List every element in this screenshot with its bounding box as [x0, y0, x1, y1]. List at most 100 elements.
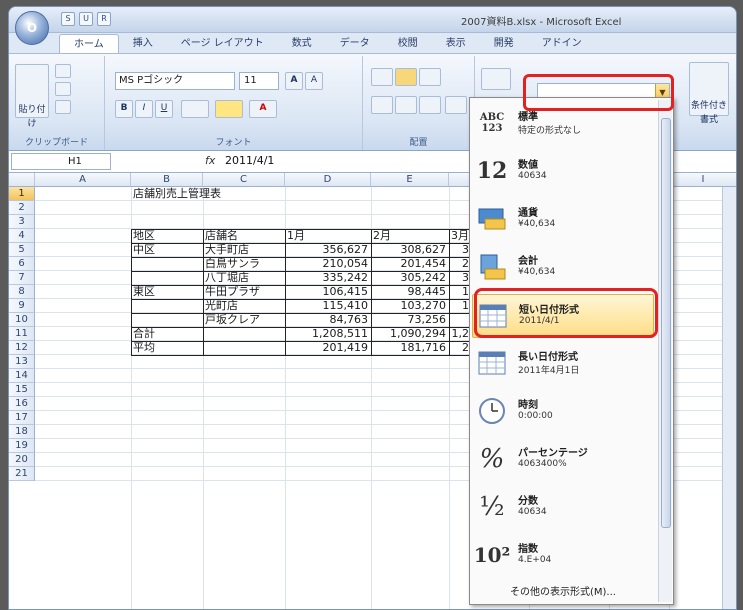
- total-feb[interactable]: 1,090,294: [371, 327, 449, 341]
- store-cell[interactable]: 牛田プラザ: [205, 285, 283, 299]
- tab-page-layout[interactable]: ページ レイアウト: [167, 34, 278, 54]
- fx-icon[interactable]: fx: [205, 154, 215, 167]
- column-header-i[interactable]: I: [669, 173, 736, 187]
- total-jan[interactable]: 1,208,511: [285, 327, 371, 341]
- jan-cell[interactable]: 106,415: [285, 285, 371, 299]
- format-scientific[interactable]: 10² 指数 4.E+04: [472, 534, 654, 578]
- row-header[interactable]: 5: [9, 243, 35, 257]
- header-cell[interactable]: 1月: [287, 229, 369, 243]
- italic-icon[interactable]: I: [135, 100, 153, 118]
- name-box[interactable]: H1: [11, 153, 111, 170]
- tab-addins[interactable]: アドイン: [528, 34, 596, 54]
- format-percentage[interactable]: % パーセンテージ 4063400%: [472, 438, 654, 482]
- copy-icon[interactable]: [55, 82, 71, 96]
- row-header[interactable]: 14: [9, 369, 35, 383]
- row-header[interactable]: 17: [9, 411, 35, 425]
- row-header[interactable]: 19: [9, 439, 35, 453]
- format-time[interactable]: 時刻 0:00:00: [472, 390, 654, 434]
- underline-icon[interactable]: U: [155, 100, 173, 118]
- row-header[interactable]: 16: [9, 397, 35, 411]
- format-fraction[interactable]: ½ 分数 40634: [472, 486, 654, 530]
- align-left-icon[interactable]: [371, 96, 393, 114]
- column-header-d[interactable]: D: [285, 173, 371, 187]
- area-cell[interactable]: [133, 271, 201, 285]
- cut-icon[interactable]: [55, 64, 71, 78]
- row-header[interactable]: 8: [9, 285, 35, 299]
- row-header[interactable]: 21: [9, 467, 35, 481]
- fill-color-icon[interactable]: [215, 100, 243, 118]
- format-painter-icon[interactable]: [55, 100, 71, 114]
- formula-input[interactable]: 2011/4/1: [225, 154, 274, 167]
- tab-developer[interactable]: 開発: [480, 34, 528, 54]
- tab-insert[interactable]: 挿入: [119, 34, 167, 54]
- dropdown-scrollbar[interactable]: [658, 100, 672, 602]
- column-header-c[interactable]: C: [203, 173, 285, 187]
- format-long-date[interactable]: 長い日付形式 2011年4月1日: [472, 342, 654, 386]
- row-header[interactable]: 20: [9, 453, 35, 467]
- column-header-b[interactable]: B: [131, 173, 203, 187]
- store-cell[interactable]: 八丁堀店: [205, 271, 283, 285]
- jan-cell[interactable]: 356,627: [285, 243, 371, 257]
- align-right-icon[interactable]: [419, 96, 441, 114]
- area-cell[interactable]: [133, 313, 201, 327]
- font-size-select[interactable]: 11: [239, 72, 279, 90]
- tab-review[interactable]: 校閲: [384, 34, 432, 54]
- jan-cell[interactable]: 210,054: [285, 257, 371, 271]
- redo-icon[interactable]: R: [97, 12, 111, 26]
- conditional-format-button[interactable]: 条件付き書式: [689, 62, 729, 125]
- format-accounting[interactable]: 会計 ¥40,634: [472, 246, 654, 290]
- total-label[interactable]: 合計: [133, 327, 201, 341]
- vertical-scrollbar[interactable]: [722, 187, 736, 609]
- store-cell[interactable]: 大手町店: [205, 243, 283, 257]
- row-header[interactable]: 1: [9, 187, 35, 201]
- feb-cell[interactable]: 201,454: [371, 257, 449, 271]
- row-header[interactable]: 2: [9, 201, 35, 215]
- area-cell[interactable]: 東区: [133, 285, 201, 299]
- row-header[interactable]: 11: [9, 327, 35, 341]
- jan-cell[interactable]: 84,763: [285, 313, 371, 327]
- feb-cell[interactable]: 308,627: [371, 243, 449, 257]
- feb-cell[interactable]: 98,445: [371, 285, 449, 299]
- tab-formulas[interactable]: 数式: [278, 34, 326, 54]
- bold-icon[interactable]: B: [115, 100, 133, 118]
- grow-font-icon[interactable]: A: [285, 72, 303, 90]
- row-header[interactable]: 18: [9, 425, 35, 439]
- feb-cell[interactable]: 103,270: [371, 299, 449, 313]
- header-cell[interactable]: 地区: [133, 229, 201, 243]
- header-cell[interactable]: 2月: [373, 229, 447, 243]
- area-cell[interactable]: [133, 299, 201, 313]
- font-name-select[interactable]: MS Pゴシック: [115, 72, 235, 90]
- shrink-font-icon[interactable]: A: [305, 72, 323, 90]
- header-cell[interactable]: 店舗名: [205, 229, 283, 243]
- format-currency[interactable]: 通貨 ¥40,634: [472, 198, 654, 242]
- format-number[interactable]: 12 数値 40634: [472, 150, 654, 194]
- font-color-icon[interactable]: A: [249, 100, 277, 118]
- jan-cell[interactable]: 335,242: [285, 271, 371, 285]
- row-header[interactable]: 12: [9, 341, 35, 355]
- undo-icon[interactable]: U: [79, 12, 93, 26]
- paste-button[interactable]: 貼り付け: [15, 64, 49, 129]
- avg-feb[interactable]: 181,716: [371, 341, 449, 355]
- select-all-corner[interactable]: [9, 173, 35, 187]
- store-cell[interactable]: 白鳥サンラ: [205, 257, 283, 271]
- border-icon[interactable]: [181, 100, 209, 118]
- row-header[interactable]: 9: [9, 299, 35, 313]
- row-header[interactable]: 3: [9, 215, 35, 229]
- column-header-a[interactable]: A: [35, 173, 131, 187]
- feb-cell[interactable]: 73,256: [371, 313, 449, 327]
- row-header[interactable]: 15: [9, 383, 35, 397]
- align-center-icon[interactable]: [395, 96, 417, 114]
- align-middle-icon[interactable]: [395, 68, 417, 86]
- row-header[interactable]: 13: [9, 355, 35, 369]
- row-header[interactable]: 10: [9, 313, 35, 327]
- dropdown-scrollbar-thumb[interactable]: [661, 118, 671, 528]
- store-cell[interactable]: 光町店: [205, 299, 283, 313]
- feb-cell[interactable]: 305,242: [371, 271, 449, 285]
- row-header[interactable]: 4: [9, 229, 35, 243]
- tab-data[interactable]: データ: [326, 34, 384, 54]
- wrap-text-icon[interactable]: [481, 68, 511, 90]
- sheet-title[interactable]: 店舗別売上管理表: [133, 187, 333, 201]
- align-bottom-icon[interactable]: [419, 68, 441, 86]
- avg-label[interactable]: 平均: [133, 341, 201, 355]
- row-header[interactable]: 7: [9, 271, 35, 285]
